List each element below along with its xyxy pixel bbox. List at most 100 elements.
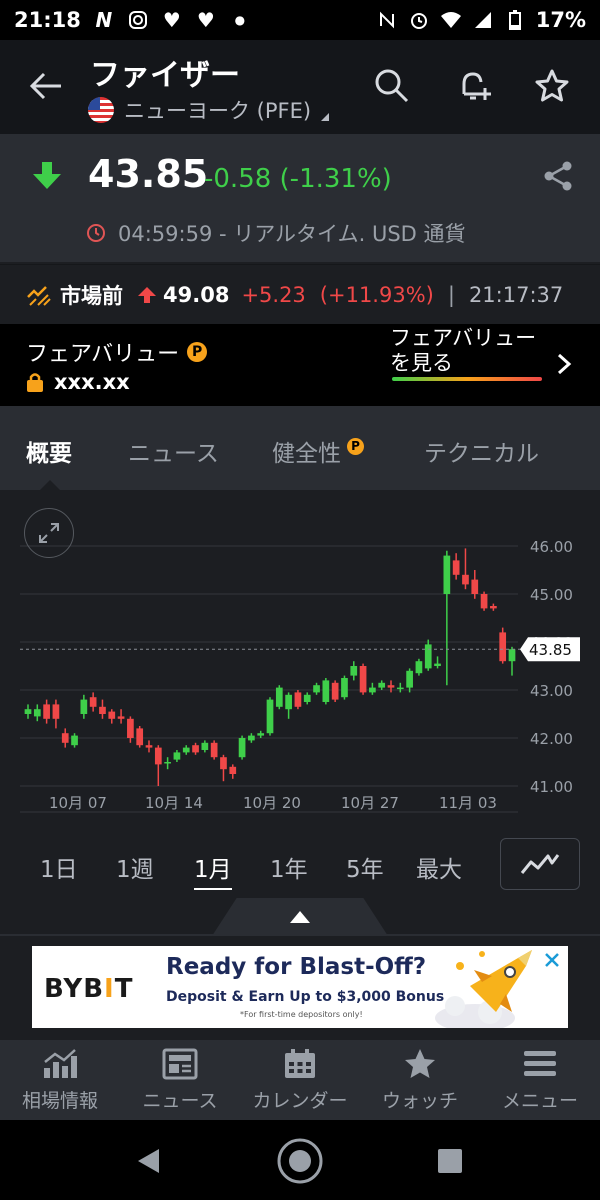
candle-body bbox=[313, 685, 320, 693]
range-1y[interactable]: 1年 bbox=[270, 850, 308, 884]
star-icon bbox=[360, 1046, 480, 1082]
nav-watchlist-label: ウォッチ bbox=[381, 1090, 458, 1112]
fair-value-title-row: フェアバリュー P bbox=[26, 336, 208, 368]
fair-value-banner[interactable]: フェアバリュー P xxx.xx フェアバリュー を見る bbox=[0, 324, 600, 406]
pre-market-separator: | bbox=[447, 282, 455, 307]
range-1w[interactable]: 1週 bbox=[116, 850, 154, 884]
nav-news-label: ニュース bbox=[142, 1090, 218, 1112]
share-button[interactable] bbox=[538, 156, 578, 196]
candle-body bbox=[24, 709, 32, 714]
candle-body bbox=[303, 694, 311, 702]
range-5y[interactable]: 5年 bbox=[346, 850, 384, 884]
x-tick-label: 10月 20 bbox=[243, 794, 301, 812]
candle-body bbox=[508, 649, 516, 662]
alarm-icon bbox=[408, 9, 430, 31]
candle-body bbox=[378, 682, 386, 688]
search-button[interactable] bbox=[370, 64, 414, 108]
clock-icon bbox=[87, 224, 105, 242]
candle-body bbox=[369, 687, 376, 693]
x-tick-label: 10月 14 bbox=[145, 794, 203, 812]
pre-market-change-percent: (+11.93%) bbox=[319, 282, 434, 307]
add-alert-button[interactable] bbox=[454, 64, 498, 108]
ad-close-button[interactable] bbox=[540, 948, 564, 972]
last-price-label: 43.85 bbox=[529, 641, 572, 659]
instagram-icon bbox=[127, 9, 149, 31]
candle-body bbox=[396, 687, 404, 690]
candlestick-chart: 46.0045.0044.0043.0042.0041.0043.8510月 0… bbox=[20, 538, 580, 813]
tab-technical-label: テクニカル bbox=[424, 441, 539, 467]
ad-banner[interactable]: BYBIT Ready for Blast-Off? Deposit & Ear… bbox=[32, 946, 568, 1028]
pre-market-label: 市場前 bbox=[60, 283, 123, 308]
see-fair-value-link[interactable]: フェアバリュー を見る bbox=[390, 326, 550, 376]
nav-menu[interactable]: メニュー bbox=[480, 1046, 600, 1113]
dot-icon: ● bbox=[234, 13, 246, 27]
expand-icon bbox=[39, 523, 59, 543]
y-tick-label: 43.00 bbox=[530, 682, 573, 700]
dropdown-caret-icon bbox=[321, 113, 330, 121]
tab-news[interactable]: ニュース bbox=[128, 434, 219, 468]
y-tick-label: 46.00 bbox=[530, 538, 573, 556]
bottom-navigation: 相場情報 ニュース カレンダー ウォッチ メニュー bbox=[0, 1040, 600, 1120]
status-time: 21:18 bbox=[14, 8, 81, 32]
tab-technical[interactable]: テクニカル bbox=[424, 434, 539, 468]
chevron-up-icon bbox=[290, 911, 310, 923]
range-1m[interactable]: 1月 bbox=[194, 850, 232, 890]
x-tick-label: 10月 27 bbox=[341, 794, 399, 812]
candle-body bbox=[89, 697, 97, 707]
candle-body bbox=[220, 757, 227, 770]
system-home-button[interactable] bbox=[270, 1138, 330, 1184]
us-flag-icon bbox=[88, 97, 114, 123]
fair-value-locked-value: xxx.xx bbox=[54, 370, 130, 394]
candle-body bbox=[257, 733, 265, 736]
candle-body bbox=[210, 742, 218, 758]
nav-news[interactable]: ニュース bbox=[120, 1046, 240, 1113]
nav-watchlist[interactable]: ウォッチ bbox=[360, 1046, 480, 1113]
chart-type-button[interactable] bbox=[500, 838, 580, 890]
watchlist-star-button[interactable] bbox=[530, 64, 574, 108]
candle-body bbox=[266, 699, 274, 734]
candle-body bbox=[285, 694, 292, 710]
ad-fine-print: *For first-time depositors only! bbox=[240, 1010, 363, 1019]
back-button[interactable] bbox=[22, 62, 70, 110]
candle-body bbox=[108, 711, 116, 719]
candle-body bbox=[201, 742, 209, 750]
tab-overview-label: 概要 bbox=[26, 441, 72, 467]
signal-icon bbox=[472, 9, 494, 31]
fair-value-title: フェアバリュー bbox=[26, 342, 180, 367]
system-back-button[interactable] bbox=[118, 1138, 178, 1184]
ad-subline: Deposit & Earn Up to $3,000 Bonus bbox=[166, 989, 445, 1005]
range-max[interactable]: 最大 bbox=[416, 850, 462, 884]
rocket-image bbox=[435, 950, 532, 1028]
tab-health[interactable]: 健全性 P bbox=[272, 434, 364, 468]
nav-markets[interactable]: 相場情報 bbox=[0, 1046, 120, 1113]
expand-chart-button[interactable] bbox=[24, 508, 74, 558]
candle-body bbox=[406, 670, 413, 688]
candle-body bbox=[275, 687, 283, 707]
price-change: -0.58 (-1.31%) bbox=[204, 164, 392, 194]
pre-market-time: 21:17:37 bbox=[468, 282, 564, 307]
wifi-icon bbox=[440, 9, 462, 31]
close-icon bbox=[545, 953, 559, 967]
expand-panel-button[interactable] bbox=[212, 898, 388, 936]
range-1d[interactable]: 1日 bbox=[40, 850, 78, 884]
candle-body bbox=[229, 766, 237, 774]
square-recents-icon bbox=[438, 1149, 462, 1173]
exchange-label: ニューヨーク (PFE) bbox=[124, 99, 312, 123]
ad-strip: BYBIT Ready for Blast-Off? Deposit & Ear… bbox=[0, 936, 600, 1040]
ad-logo: BYBIT bbox=[44, 974, 133, 1004]
tab-news-label: ニュース bbox=[128, 441, 219, 467]
chevron-right-icon bbox=[556, 352, 572, 380]
n-app-icon: N bbox=[95, 8, 113, 32]
ad-headline: Ready for Blast-Off? bbox=[166, 954, 427, 980]
line-chart-icon bbox=[520, 854, 560, 874]
exchange-selector[interactable]: ニューヨーク (PFE) bbox=[88, 95, 330, 125]
quote-time-text: 04:59:59 - リアルタイム. USD 通貨 bbox=[118, 222, 466, 246]
pro-badge-icon: P bbox=[347, 437, 364, 455]
system-recents-button[interactable] bbox=[420, 1138, 480, 1184]
battery-icon bbox=[504, 9, 526, 31]
price-chart[interactable]: 46.0045.0044.0043.0042.0041.0043.8510月 0… bbox=[0, 490, 600, 830]
candle-body bbox=[80, 699, 88, 714]
candle-body bbox=[52, 704, 60, 719]
tab-overview[interactable]: 概要 bbox=[26, 434, 72, 468]
nav-calendar[interactable]: カレンダー bbox=[240, 1046, 360, 1113]
